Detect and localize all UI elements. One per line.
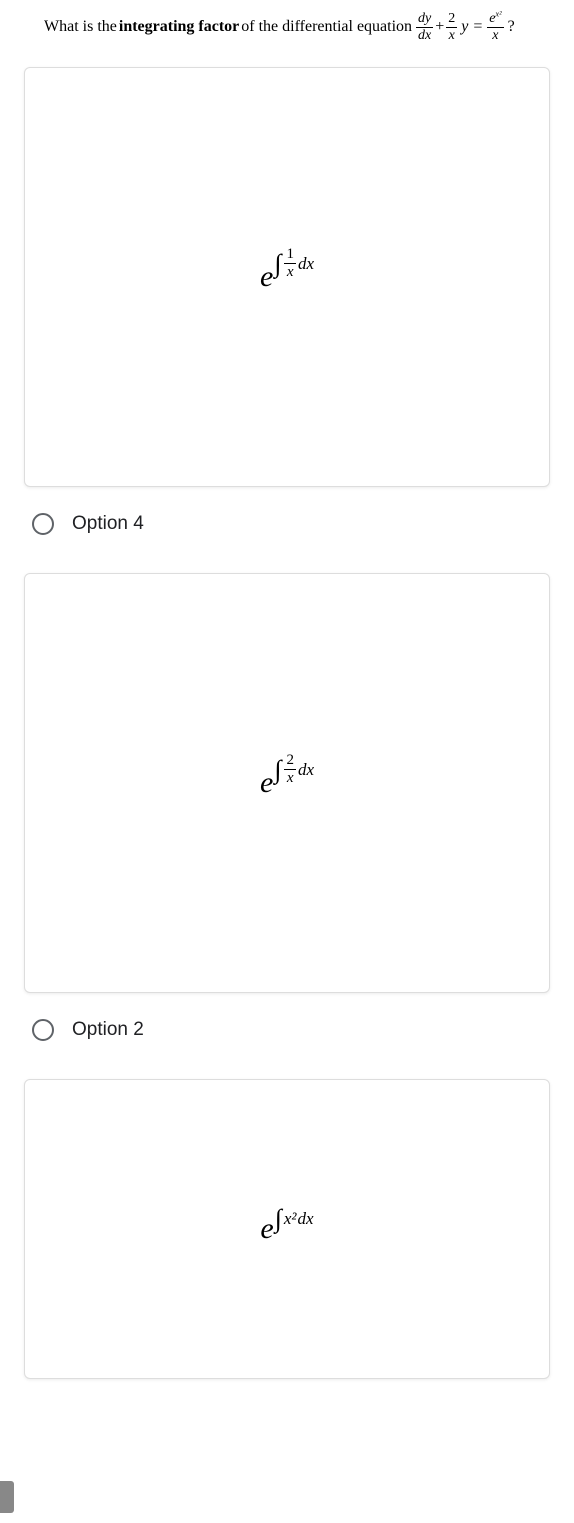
integral-icon: ∫ — [274, 757, 281, 783]
frac-dy-dx: dy dx — [416, 12, 433, 43]
option-label-2: Option 2 — [72, 1019, 144, 1041]
integral-icon: ∫ — [275, 1206, 282, 1232]
option-row-1[interactable]: Option 4 — [0, 499, 574, 553]
question-mid: of the differential equation — [241, 16, 412, 38]
integral-icon: ∫ — [274, 251, 281, 277]
formula-2: e ∫ 2 x dx — [260, 766, 314, 800]
option-label-1: Option 4 — [72, 513, 144, 535]
question-equation: dy dx + 2 x y = ex² x ? — [414, 12, 515, 43]
question-text: What is the integrating factor of the di… — [0, 8, 574, 47]
option-card-3[interactable]: e ∫ x² dx — [24, 1079, 550, 1379]
formula-1: e ∫ 1 x dx — [260, 260, 314, 294]
side-tab[interactable] — [0, 1481, 14, 1513]
question-prefix: What is the — [44, 16, 117, 38]
option-row-2[interactable]: Option 2 — [0, 1005, 574, 1059]
formula-3: e ∫ x² dx — [260, 1212, 313, 1246]
option-card-1[interactable]: e ∫ 1 x dx — [24, 67, 550, 487]
frac-ex2-x: ex² x — [487, 12, 503, 43]
radio-icon[interactable] — [32, 1019, 54, 1041]
question-bold: integrating factor — [119, 16, 239, 38]
radio-icon[interactable] — [32, 513, 54, 535]
option-card-2[interactable]: e ∫ 2 x dx — [24, 573, 550, 993]
frac-2-x: 2 x — [446, 12, 457, 43]
